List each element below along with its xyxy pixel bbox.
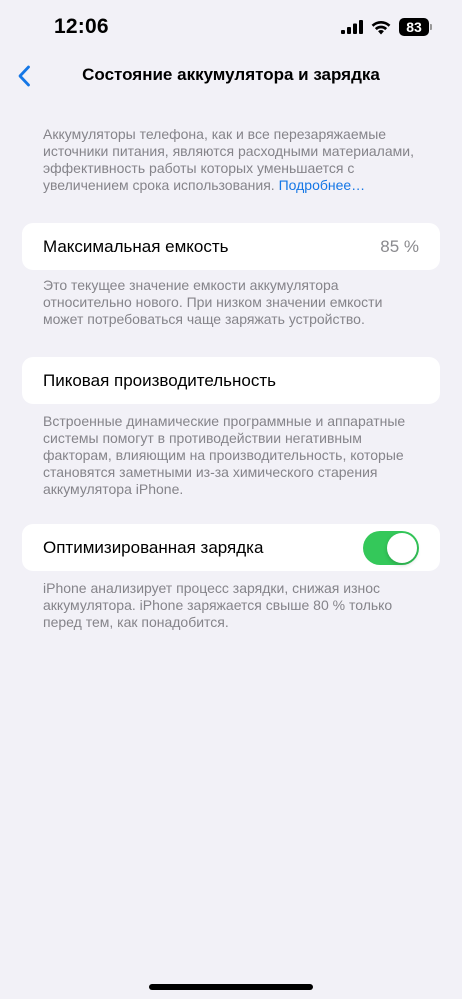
peak-performance-row[interactable]: Пиковая производительность (22, 357, 440, 404)
status-time: 12:06 (54, 15, 109, 38)
status-icons: 83 (341, 17, 432, 37)
page-title: Состояние аккумулятора и зарядка (82, 65, 380, 84)
max-capacity-label: Максимальная емкость (43, 236, 229, 256)
navigation-bar: Состояние аккумулятора и зарядка (0, 54, 462, 98)
battery-settings-screen: 12:06 83 Состояние аккумулятора и зарядк… (0, 0, 462, 999)
optimized-charging-description: iPhone анализирует процесс зарядки, сниж… (43, 580, 393, 630)
peak-performance-description: Встроенные динамические программные и ап… (43, 413, 406, 497)
home-indicator[interactable] (149, 984, 313, 990)
toggle-knob (387, 532, 417, 563)
intro-text: Аккумуляторы телефона, как и все перезар… (43, 126, 423, 194)
battery-level: 83 (399, 18, 429, 36)
optimized-charging-label: Оптимизированная зарядка (43, 537, 264, 557)
wifi-icon (371, 20, 391, 34)
optimized-charging-toggle[interactable] (363, 530, 419, 565)
max-capacity-description: Это текущее значение емкости аккумулятор… (43, 277, 383, 327)
signal-icon (341, 20, 363, 34)
learn-more-link[interactable]: Подробнее… (279, 177, 366, 193)
battery-cap (430, 24, 432, 30)
status-bar: 12:06 83 (0, 0, 462, 54)
peak-performance-label: Пиковая производительность (43, 370, 277, 390)
battery-icon: 83 (399, 18, 432, 36)
optimized-charging-row: Оптимизированная зарядка (22, 524, 440, 571)
max-capacity-row: Максимальная емкость 85 % (22, 223, 440, 270)
max-capacity-value: 85 % (380, 236, 419, 256)
